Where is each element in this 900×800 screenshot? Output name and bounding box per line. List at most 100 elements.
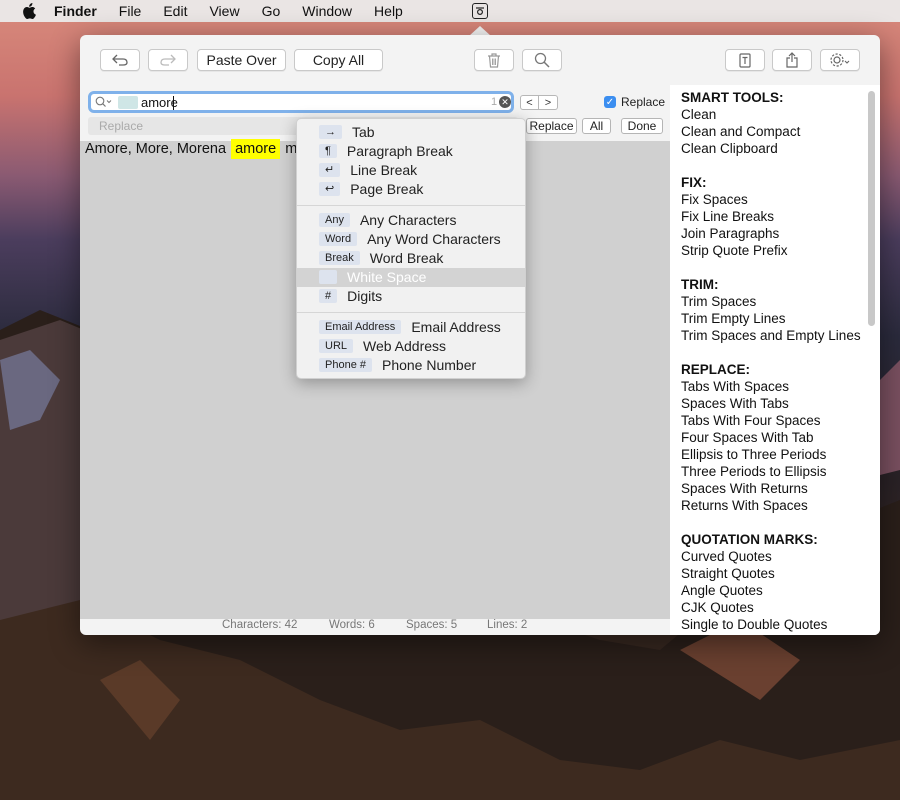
settings-button[interactable]: [820, 49, 860, 71]
menu-go[interactable]: Go: [262, 3, 281, 19]
sidebar-tool-item[interactable]: Clean and Compact: [681, 123, 861, 140]
sidebar-tool-item[interactable]: Four Spaces With Tab: [681, 429, 861, 446]
menu-window[interactable]: Window: [302, 3, 352, 19]
sidebar-tool-item[interactable]: Spaces With Tabs: [681, 395, 861, 412]
done-button[interactable]: Done: [621, 118, 663, 134]
sidebar-tool-item[interactable]: Fix Spaces: [681, 191, 861, 208]
menu-separator: [297, 205, 525, 206]
redo-icon: [160, 54, 176, 66]
menu-file[interactable]: File: [119, 3, 142, 19]
sidebar-tool-item[interactable]: Strip Quote Prefix: [681, 242, 861, 259]
trash-icon: [488, 52, 500, 68]
sidebar-tool-item[interactable]: Double to Single Quotes: [681, 633, 861, 635]
tools-list: SMART TOOLS: Clean Clean and Compact Clean …: [681, 89, 861, 635]
text-document-button[interactable]: [725, 49, 765, 71]
copy-all-button[interactable]: Copy All: [294, 49, 383, 71]
status-menu-icon[interactable]: [472, 3, 488, 19]
sidebar-tool-item[interactable]: Ellipsis to Three Periods: [681, 446, 861, 463]
pattern-menu-item[interactable]: ¶ Paragraph Break: [297, 142, 525, 161]
next-match-button[interactable]: >: [539, 95, 558, 110]
pattern-menu-item[interactable]: White Space: [297, 268, 525, 287]
pattern-menu-item[interactable]: URL Web Address: [297, 337, 525, 356]
sidebar-scrollbar[interactable]: [868, 91, 875, 326]
pattern-token-chip: Any: [319, 213, 350, 227]
find-input[interactable]: amore 1 ✕: [88, 91, 514, 113]
sidebar-tool-item[interactable]: Clean: [681, 106, 861, 123]
search-icon: [534, 52, 550, 68]
previous-match-button[interactable]: <: [520, 95, 539, 110]
sidebar-tool-item[interactable]: Join Paragraphs: [681, 225, 861, 242]
apple-menu-icon[interactable]: [18, 3, 40, 19]
search-match-highlight: amore: [231, 139, 281, 159]
pattern-token-chip: ¶: [319, 144, 337, 158]
paste-over-button[interactable]: Paste Over: [197, 49, 286, 71]
trash-button[interactable]: [474, 49, 514, 71]
editor-text-before: Amore, More, Morena: [85, 141, 227, 157]
sidebar-tool-item[interactable]: Curved Quotes: [681, 548, 861, 565]
space-count: Spaces: 5: [406, 619, 458, 631]
replace-toggle[interactable]: ✓ Replace: [604, 95, 665, 109]
pattern-menu-label: Phone Number: [381, 357, 477, 373]
toolbar: Paste Over Copy All: [80, 35, 880, 85]
sidebar-section-heading: SMART TOOLS:: [681, 90, 784, 105]
pattern-menu-label: Email Address: [411, 319, 501, 335]
pattern-menu-item[interactable]: # Digits: [297, 287, 525, 306]
sidebar-tool-item[interactable]: Trim Empty Lines: [681, 310, 861, 327]
pattern-token-chip: ↵: [319, 163, 341, 177]
pattern-token-chip: Email Address: [319, 320, 402, 334]
sidebar-tool-item[interactable]: Angle Quotes: [681, 582, 861, 599]
share-button[interactable]: [772, 49, 812, 71]
pattern-menu-item[interactable]: Word Any Word Characters: [297, 230, 525, 249]
sidebar-tool-item[interactable]: Single to Double Quotes: [681, 616, 861, 633]
menu-edit[interactable]: Edit: [163, 3, 187, 19]
whitespace-token: [118, 96, 138, 109]
character-count: Characters: 42: [222, 619, 298, 631]
sidebar-section-heading: TRIM:: [681, 277, 719, 292]
clear-search-icon[interactable]: ✕: [499, 96, 511, 108]
replace-button[interactable]: Replace: [526, 118, 577, 134]
menu-help[interactable]: Help: [374, 3, 403, 19]
line-count: Lines: 2: [487, 619, 528, 631]
undo-button[interactable]: [100, 49, 140, 71]
sidebar-tool-item[interactable]: Tabs With Four Spaces: [681, 412, 861, 429]
pattern-menu-item[interactable]: Break Word Break: [297, 249, 525, 268]
replace-all-button[interactable]: All: [582, 118, 611, 134]
sidebar-tool-item[interactable]: Returns With Spaces: [681, 497, 861, 514]
sidebar-tool-item[interactable]: Trim Spaces and Empty Lines: [681, 327, 861, 344]
sidebar-tool-item[interactable]: Trim Spaces: [681, 293, 861, 310]
pattern-menu-item[interactable]: Phone # Phone Number: [297, 356, 525, 375]
status-bar: Characters: 42 Words: 6 Spaces: 5 Lines:…: [80, 619, 670, 635]
sidebar-tool-item[interactable]: Straight Quotes: [681, 565, 861, 582]
pattern-menu-label: Any Characters: [359, 212, 457, 228]
search-options-icon[interactable]: [95, 96, 113, 108]
menu-view[interactable]: View: [209, 3, 239, 19]
pattern-menu-item[interactable]: ↩ Page Break: [297, 180, 525, 199]
pattern-token-chip: Break: [319, 251, 360, 265]
sidebar-tool-item[interactable]: Fix Line Breaks: [681, 208, 861, 225]
checkbox-checked-icon[interactable]: ✓: [604, 96, 616, 108]
pattern-menu-item[interactable]: → Tab: [297, 123, 525, 142]
sidebar-tool-item[interactable]: Tabs With Spaces: [681, 378, 861, 395]
pattern-token-chip: Phone #: [319, 358, 372, 372]
sidebar-tool-item[interactable]: Clean Clipboard: [681, 140, 861, 157]
pattern-menu-item[interactable]: Email Address Email Address: [297, 318, 525, 337]
pattern-menu-item[interactable]: Any Any Characters: [297, 211, 525, 230]
sidebar-tool-item[interactable]: CJK Quotes: [681, 599, 861, 616]
menu-bar: Finder File Edit View Go Window Help: [0, 0, 900, 22]
gear-icon: [830, 53, 850, 67]
pattern-menu-label: Tab: [352, 124, 375, 140]
redo-button[interactable]: [148, 49, 188, 71]
search-button[interactable]: [522, 49, 562, 71]
sidebar-tool-item[interactable]: Three Periods to Ellipsis: [681, 463, 861, 480]
pattern-menu-label: Any Word Characters: [367, 231, 501, 247]
menu-app-finder[interactable]: Finder: [54, 3, 97, 19]
pattern-token-chip: ↩: [319, 182, 341, 196]
pattern-menu-item[interactable]: ↵ Line Break: [297, 161, 525, 180]
sidebar-tool-item[interactable]: Spaces With Returns: [681, 480, 861, 497]
pattern-menu-label: Digits: [347, 288, 383, 304]
pattern-token-chip: →: [319, 125, 342, 139]
text-caret: [173, 96, 174, 110]
